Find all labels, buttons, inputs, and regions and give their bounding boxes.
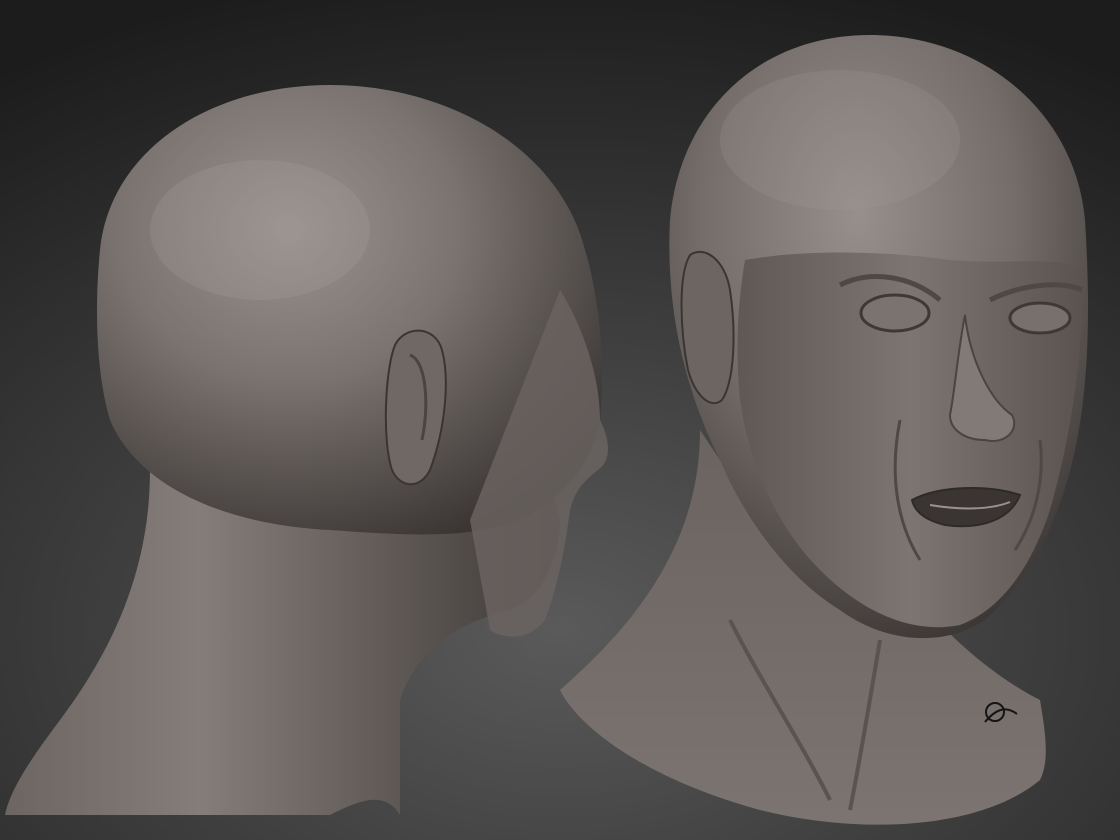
sculpt-scene [5,35,1088,825]
eye-right [1008,301,1072,335]
render-viewport [0,0,1120,840]
head-back-view [5,85,608,815]
eye-left [859,293,931,333]
head-front-view [560,35,1088,825]
